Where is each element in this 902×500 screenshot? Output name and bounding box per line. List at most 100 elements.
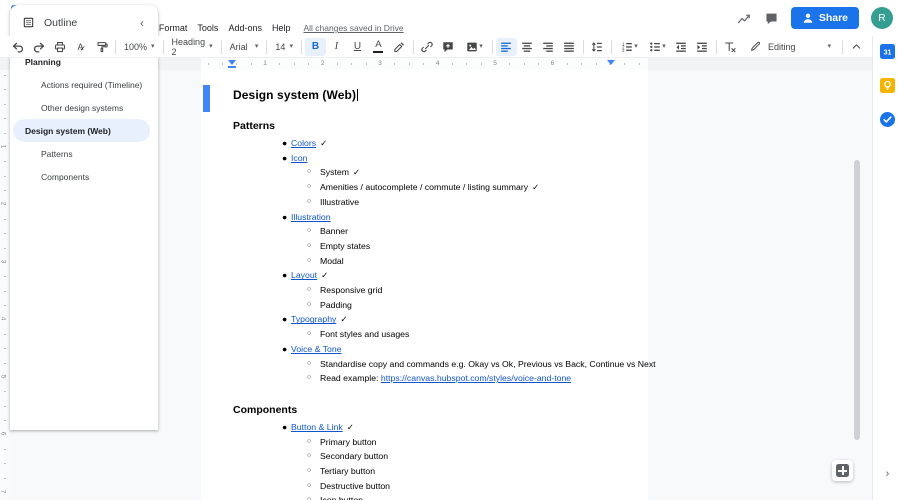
outline-item-other-design-systems[interactable]: Other design systems — [13, 96, 150, 119]
list-item[interactable]: ●Illustration — [233, 210, 622, 225]
list-item[interactable]: ○Standardise copy and commands e.g. Okay… — [233, 357, 622, 372]
align-justify-button[interactable] — [559, 38, 580, 56]
share-person-icon — [802, 12, 814, 24]
insert-comment-button[interactable] — [438, 38, 459, 56]
list-item[interactable]: ○Secondary button — [233, 449, 622, 464]
outline-item-components[interactable]: Components — [13, 165, 150, 188]
line-spacing-button[interactable] — [587, 38, 608, 56]
doc-link-button-link[interactable]: Button & Link — [291, 422, 343, 432]
doc-link-typography[interactable]: Typography — [291, 314, 336, 324]
font-size-select[interactable]: 14▾ — [270, 38, 298, 56]
highlight-color-button[interactable] — [389, 38, 410, 56]
align-left-button[interactable] — [496, 38, 517, 56]
explore-button[interactable] — [832, 460, 853, 481]
list-item[interactable]: ○Empty states — [233, 239, 622, 254]
share-button[interactable]: Share — [791, 7, 859, 29]
list-item-text: Read example: — [320, 373, 381, 383]
calendar-icon[interactable]: 31 — [880, 44, 895, 59]
doc-link-https-canvas-hubspot-com-styles-voice-and-tone[interactable]: https://canvas.hubspot.com/styles/voice-… — [381, 373, 571, 383]
italic-button[interactable]: I — [326, 38, 347, 56]
list-item[interactable]: ●Typography✓ — [233, 312, 622, 327]
account-avatar[interactable]: R — [871, 7, 893, 29]
doc-link-colors[interactable]: Colors — [291, 138, 316, 148]
bulleted-list-button[interactable]: ▾ — [643, 38, 671, 56]
list-item[interactable]: ○Read example: https://canvas.hubspot.co… — [233, 371, 622, 386]
paint-format-button[interactable] — [91, 38, 112, 56]
redo-button[interactable] — [28, 38, 49, 56]
spellcheck-button[interactable]: A✓ — [70, 38, 91, 56]
menu-tools[interactable]: Tools — [192, 21, 223, 35]
list-item[interactable]: ○Tertiary button — [233, 464, 622, 479]
list-item[interactable]: ○Modal — [233, 254, 622, 269]
list-item[interactable]: ●Button & Link✓ — [233, 420, 622, 435]
editing-mode-select[interactable]: Editing ▾ — [741, 38, 839, 56]
doc-link-icon[interactable]: Icon — [291, 153, 307, 163]
list-item[interactable]: ●Voice & Tone — [233, 342, 622, 357]
list-item[interactable]: ○Responsive grid — [233, 283, 622, 298]
list-item[interactable]: ○Font styles and usages — [233, 327, 622, 342]
ruler-tick — [524, 63, 525, 65]
vertical-scrollbar[interactable] — [854, 160, 860, 440]
doc-link-voice-tone[interactable]: Voice & Tone — [291, 344, 342, 354]
keep-icon[interactable] — [880, 78, 895, 93]
comments-icon[interactable] — [764, 11, 779, 26]
zoom-select[interactable]: 100%▾ — [119, 38, 160, 56]
font-select[interactable]: Arial▾ — [225, 38, 264, 56]
saved-status[interactable]: All changes saved in Drive — [303, 23, 403, 33]
align-right-button[interactable] — [538, 38, 559, 56]
list-item-text: Standardise copy and commands e.g. Okay … — [320, 359, 656, 369]
list-item[interactable]: ○Destructive button — [233, 479, 622, 494]
doc-link-layout[interactable]: Layout — [291, 270, 317, 280]
list-item-text: Secondary button — [320, 451, 388, 461]
print-button[interactable] — [49, 38, 70, 56]
document-heading[interactable]: Design system (Web) — [233, 88, 622, 102]
decrease-indent-button[interactable] — [671, 38, 692, 56]
list-item[interactable]: ○Amenities / autocomplete / commute / li… — [233, 180, 622, 195]
left-indent-marker[interactable] — [228, 60, 236, 65]
doc-link-illustration[interactable]: Illustration — [291, 212, 331, 222]
outline-item-actions-required-timeline[interactable]: Actions required (Timeline) — [13, 73, 150, 96]
tasks-icon[interactable] — [880, 112, 895, 127]
first-line-indent-marker[interactable] — [228, 66, 236, 68]
section-title-patterns[interactable]: Patterns — [233, 120, 622, 133]
ruler-number: 2 — [0, 202, 6, 206]
show-side-panel-icon[interactable]: › — [886, 468, 890, 480]
insert-image-button[interactable]: ▾ — [459, 38, 489, 56]
list-item[interactable]: ○Padding — [233, 298, 622, 313]
menu-format[interactable]: Format — [154, 21, 193, 35]
list-item[interactable]: ○Primary button — [233, 435, 622, 450]
bold-button[interactable]: B — [305, 38, 326, 56]
underline-button[interactable]: U — [347, 38, 368, 56]
align-center-button[interactable] — [517, 38, 538, 56]
insert-link-button[interactable] — [417, 38, 438, 56]
list-item[interactable]: ○System✓ — [233, 165, 622, 180]
ruler-tick — [4, 233, 6, 234]
increase-indent-button[interactable] — [692, 38, 713, 56]
list-item[interactable]: ○Banner — [233, 224, 622, 239]
chevron-down-icon: ▾ — [289, 43, 293, 50]
insights-icon[interactable] — [736, 10, 752, 26]
list-item[interactable]: ●Colors✓ — [233, 136, 622, 151]
chevron-down-icon: ▾ — [662, 43, 666, 50]
numbered-list-button[interactable]: 123▾ — [615, 38, 643, 56]
section-title-components[interactable]: Components — [233, 404, 622, 417]
outline-item-patterns[interactable]: Patterns — [13, 142, 150, 165]
styles-select[interactable]: Heading 2▾ — [167, 38, 218, 56]
list-item-text: Primary button — [320, 437, 377, 447]
menu-add-ons[interactable]: Add-ons — [223, 21, 267, 35]
doc-list: ●Button & Link✓○Primary button○Secondary… — [233, 420, 622, 500]
list-item[interactable]: ●Icon — [233, 151, 622, 166]
close-outline-icon[interactable]: ‹ — [138, 16, 146, 30]
hide-menus-button[interactable] — [846, 38, 867, 56]
list-item[interactable]: ○Illustrative — [233, 195, 622, 210]
document-page[interactable]: Design system (Web) Patterns ●Colors✓●Ico… — [201, 70, 648, 500]
text-color-button[interactable]: A — [368, 38, 389, 56]
clear-formatting-button[interactable] — [720, 38, 741, 56]
list-item[interactable]: ○Icon button — [233, 493, 622, 500]
list-item[interactable]: ●Layout✓ — [233, 268, 622, 283]
menu-help[interactable]: Help — [267, 21, 296, 35]
right-indent-marker[interactable] — [607, 60, 615, 65]
outline-item-design-system-web[interactable]: Design system (Web) — [13, 119, 150, 142]
ruler-tick — [509, 63, 510, 65]
undo-button[interactable] — [7, 38, 28, 56]
